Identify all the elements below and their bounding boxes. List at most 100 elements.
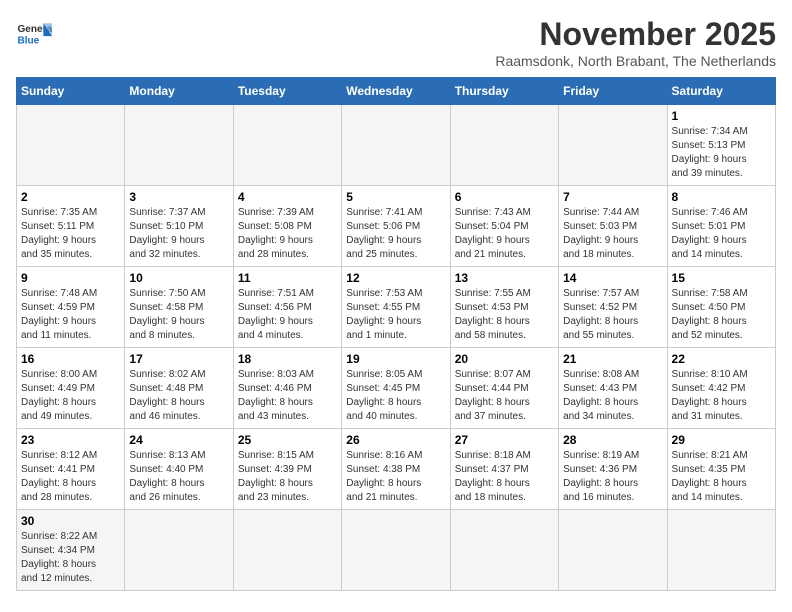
day-info: Sunrise: 7:43 AM Sunset: 5:04 PM Dayligh… [455,206,554,262]
day-number: 13 [455,271,554,285]
calendar-cell: 21 Sunrise: 8:08 AM Sunset: 4:43 PM Dayli… [559,348,667,429]
day-info: Sunrise: 8:02 AM Sunset: 4:48 PM Dayligh… [129,368,228,424]
day-info: Sunrise: 7:44 AM Sunset: 5:03 PM Dayligh… [563,206,662,262]
calendar-cell: 9Sunrise: 7:48 AM Sunset: 4:59 PM Daylig… [17,267,125,348]
svg-text:Blue: Blue [17,35,39,46]
day-number: 18 [238,352,337,366]
header: General Blue November 2025 Raamsdonk, No… [16,16,776,69]
day-info: Sunrise: 7:55 AM Sunset: 4:53 PM Dayligh… [455,287,554,343]
day-number: 14 [563,271,662,285]
day-info: Sunrise: 8:13 AM Sunset: 4:40 PM Dayligh… [129,449,228,505]
day-number: 25 [238,433,337,447]
calendar-cell [450,510,558,591]
calendar-cell: 1Sunrise: 7:34 AM Sunset: 5:13 PM Daylig… [667,105,775,186]
calendar-cell: 27 Sunrise: 8:18 AM Sunset: 4:37 PM Dayli… [450,429,558,510]
logo: General Blue [16,16,52,52]
calendar-cell: 13 Sunrise: 7:55 AM Sunset: 4:53 PM Dayli… [450,267,558,348]
day-info: Sunrise: 7:46 AM Sunset: 5:01 PM Dayligh… [672,206,771,262]
weekday-row: SundayMondayTuesdayWednesdayThursdayFrid… [17,78,776,105]
calendar-cell: 12 Sunrise: 7:53 AM Sunset: 4:55 PM Dayli… [342,267,450,348]
calendar-header: SundayMondayTuesdayWednesdayThursdayFrid… [17,78,776,105]
day-number: 21 [563,352,662,366]
calendar-cell: 19 Sunrise: 8:05 AM Sunset: 4:45 PM Dayli… [342,348,450,429]
day-number: 5 [346,190,445,204]
weekday-header: Wednesday [342,78,450,105]
day-info: Sunrise: 7:58 AM Sunset: 4:50 PM Dayligh… [672,287,771,343]
weekday-header: Monday [125,78,233,105]
day-info: Sunrise: 8:03 AM Sunset: 4:46 PM Dayligh… [238,368,337,424]
calendar-week-row: 23Sunrise: 8:12 AM Sunset: 4:41 PM Dayli… [17,429,776,510]
day-number: 4 [238,190,337,204]
calendar-table: SundayMondayTuesdayWednesdayThursdayFrid… [16,77,776,591]
day-info: Sunrise: 8:15 AM Sunset: 4:39 PM Dayligh… [238,449,337,505]
day-info: Sunrise: 7:35 AM Sunset: 5:11 PM Dayligh… [21,206,120,262]
calendar-cell [559,105,667,186]
weekday-header: Thursday [450,78,558,105]
calendar-cell: 26Sunrise: 8:16 AM Sunset: 4:38 PM Dayli… [342,429,450,510]
day-info: Sunrise: 8:10 AM Sunset: 4:42 PM Dayligh… [672,368,771,424]
calendar-cell: 4 Sunrise: 7:39 AM Sunset: 5:08 PM Daylig… [233,186,341,267]
day-number: 26 [346,433,445,447]
calendar-cell [559,510,667,591]
calendar-week-row: 30Sunrise: 8:22 AM Sunset: 4:34 PM Dayli… [17,510,776,591]
calendar-week-row: 1Sunrise: 7:34 AM Sunset: 5:13 PM Daylig… [17,105,776,186]
calendar-cell [125,510,233,591]
day-number: 6 [455,190,554,204]
day-number: 17 [129,352,228,366]
weekday-header: Tuesday [233,78,341,105]
calendar-cell: 6 Sunrise: 7:43 AM Sunset: 5:04 PM Daylig… [450,186,558,267]
calendar-cell [450,105,558,186]
calendar-cell: 2 Sunrise: 7:35 AM Sunset: 5:11 PM Daylig… [17,186,125,267]
day-info: Sunrise: 7:50 AM Sunset: 4:58 PM Dayligh… [129,287,228,343]
calendar-cell: 17 Sunrise: 8:02 AM Sunset: 4:48 PM Dayli… [125,348,233,429]
day-number: 9 [21,271,120,285]
calendar-cell: 23Sunrise: 8:12 AM Sunset: 4:41 PM Dayli… [17,429,125,510]
day-number: 22 [672,352,771,366]
weekday-header: Friday [559,78,667,105]
calendar-cell: 11Sunrise: 7:51 AM Sunset: 4:56 PM Dayli… [233,267,341,348]
day-number: 29 [672,433,771,447]
calendar-cell: 28Sunrise: 8:19 AM Sunset: 4:36 PM Dayli… [559,429,667,510]
calendar-cell: 29 Sunrise: 8:21 AM Sunset: 4:35 PM Dayli… [667,429,775,510]
calendar-week-row: 16 Sunrise: 8:00 AM Sunset: 4:49 PM Dayli… [17,348,776,429]
calendar-cell [667,510,775,591]
day-info: Sunrise: 8:00 AM Sunset: 4:49 PM Dayligh… [21,368,120,424]
logo-svg: General Blue [16,16,52,52]
calendar-cell: 24Sunrise: 8:13 AM Sunset: 4:40 PM Dayli… [125,429,233,510]
weekday-header: Sunday [17,78,125,105]
calendar-cell: 5 Sunrise: 7:41 AM Sunset: 5:06 PM Daylig… [342,186,450,267]
calendar-cell: 14 Sunrise: 7:57 AM Sunset: 4:52 PM Dayli… [559,267,667,348]
day-number: 2 [21,190,120,204]
calendar-cell [342,510,450,591]
day-number: 12 [346,271,445,285]
calendar-cell [125,105,233,186]
day-info: Sunrise: 7:41 AM Sunset: 5:06 PM Dayligh… [346,206,445,262]
day-number: 10 [129,271,228,285]
day-info: Sunrise: 8:21 AM Sunset: 4:35 PM Dayligh… [672,449,771,505]
day-number: 23 [21,433,120,447]
day-number: 1 [672,109,771,123]
day-number: 20 [455,352,554,366]
day-info: Sunrise: 8:05 AM Sunset: 4:45 PM Dayligh… [346,368,445,424]
calendar-cell: 22 Sunrise: 8:10 AM Sunset: 4:42 PM Dayli… [667,348,775,429]
calendar-cell: 7Sunrise: 7:44 AM Sunset: 5:03 PM Daylig… [559,186,667,267]
day-info: Sunrise: 8:08 AM Sunset: 4:43 PM Dayligh… [563,368,662,424]
calendar-title: November 2025 [495,16,776,53]
title-area: November 2025 Raamsdonk, North Brabant, … [495,16,776,69]
day-info: Sunrise: 7:39 AM Sunset: 5:08 PM Dayligh… [238,206,337,262]
day-number: 3 [129,190,228,204]
calendar-body: 1Sunrise: 7:34 AM Sunset: 5:13 PM Daylig… [17,105,776,591]
day-number: 27 [455,433,554,447]
calendar-cell: 30Sunrise: 8:22 AM Sunset: 4:34 PM Dayli… [17,510,125,591]
day-number: 16 [21,352,120,366]
day-number: 19 [346,352,445,366]
calendar-cell [233,105,341,186]
day-info: Sunrise: 8:18 AM Sunset: 4:37 PM Dayligh… [455,449,554,505]
calendar-cell: 18 Sunrise: 8:03 AM Sunset: 4:46 PM Dayli… [233,348,341,429]
calendar-cell [233,510,341,591]
day-info: Sunrise: 7:53 AM Sunset: 4:55 PM Dayligh… [346,287,445,343]
day-number: 15 [672,271,771,285]
calendar-cell: 25 Sunrise: 8:15 AM Sunset: 4:39 PM Dayli… [233,429,341,510]
day-info: Sunrise: 7:37 AM Sunset: 5:10 PM Dayligh… [129,206,228,262]
day-info: Sunrise: 7:57 AM Sunset: 4:52 PM Dayligh… [563,287,662,343]
